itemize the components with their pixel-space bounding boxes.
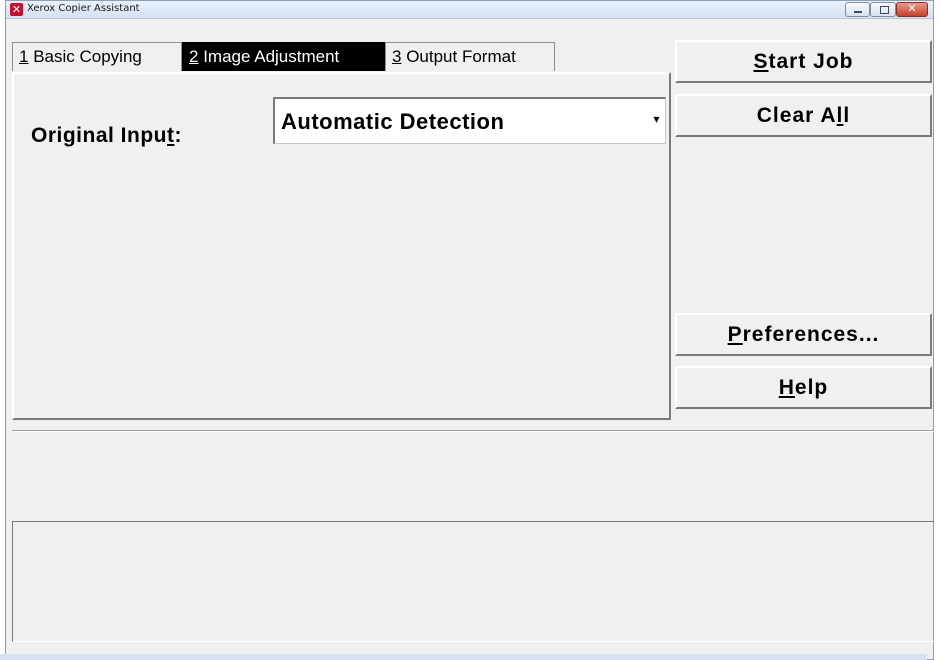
tab-label: Output Format — [401, 47, 516, 66]
window-bottom-border — [0, 654, 927, 660]
clear-all-button[interactable]: Clear All — [675, 94, 932, 137]
dropdown-arrow-icon[interactable]: ▾ — [652, 111, 661, 127]
close-icon: ✕ — [907, 2, 917, 15]
label-colon: : — [174, 124, 182, 147]
button-label: Clear A — [756, 104, 837, 127]
maximize-button[interactable] — [870, 2, 896, 17]
button-label-end: l — [843, 104, 851, 127]
button-accelerator: P — [727, 323, 743, 346]
tab-output-format[interactable]: 3 Output Format — [385, 42, 555, 71]
tab-label: Image Adjustment — [198, 47, 340, 66]
start-job-button[interactable]: Start Job — [675, 40, 932, 83]
minimize-icon — [854, 11, 862, 13]
status-area — [12, 521, 934, 642]
title-bar[interactable]: ✕ Xerox Copier Assistant ✕ — [6, 1, 933, 19]
tab-basic-copying[interactable]: 1 Basic Copying — [12, 42, 182, 71]
message-area — [12, 432, 934, 520]
close-button[interactable]: ✕ — [896, 2, 928, 17]
dropdown-value: Automatic Detection — [281, 109, 505, 134]
button-accelerator: H — [778, 376, 795, 399]
button-accelerator: S — [753, 50, 769, 73]
original-input-dropdown[interactable]: Automatic Detection ▾ — [273, 97, 666, 144]
maximize-icon — [880, 6, 889, 14]
window-title: Xerox Copier Assistant — [27, 3, 140, 14]
xerox-app-icon[interactable]: ✕ — [10, 3, 23, 16]
minimize-button[interactable] — [845, 2, 870, 17]
button-label: elp — [794, 376, 829, 399]
tab-label: Basic Copying — [28, 47, 142, 66]
image-adjustment-panel: Original Input: Automatic Detection ▾ — [12, 72, 671, 420]
help-button[interactable]: Help — [675, 366, 932, 409]
label-accelerator: t — [167, 124, 175, 147]
preferences-button[interactable]: Preferences... — [675, 313, 932, 356]
button-label: tart Job — [768, 50, 854, 73]
tab-image-adjustment[interactable]: 2 Image Adjustment — [182, 42, 385, 71]
original-input-label: Original Input: — [31, 124, 182, 148]
button-label: references... — [742, 323, 880, 346]
label-text: Original Inpu — [31, 124, 167, 147]
